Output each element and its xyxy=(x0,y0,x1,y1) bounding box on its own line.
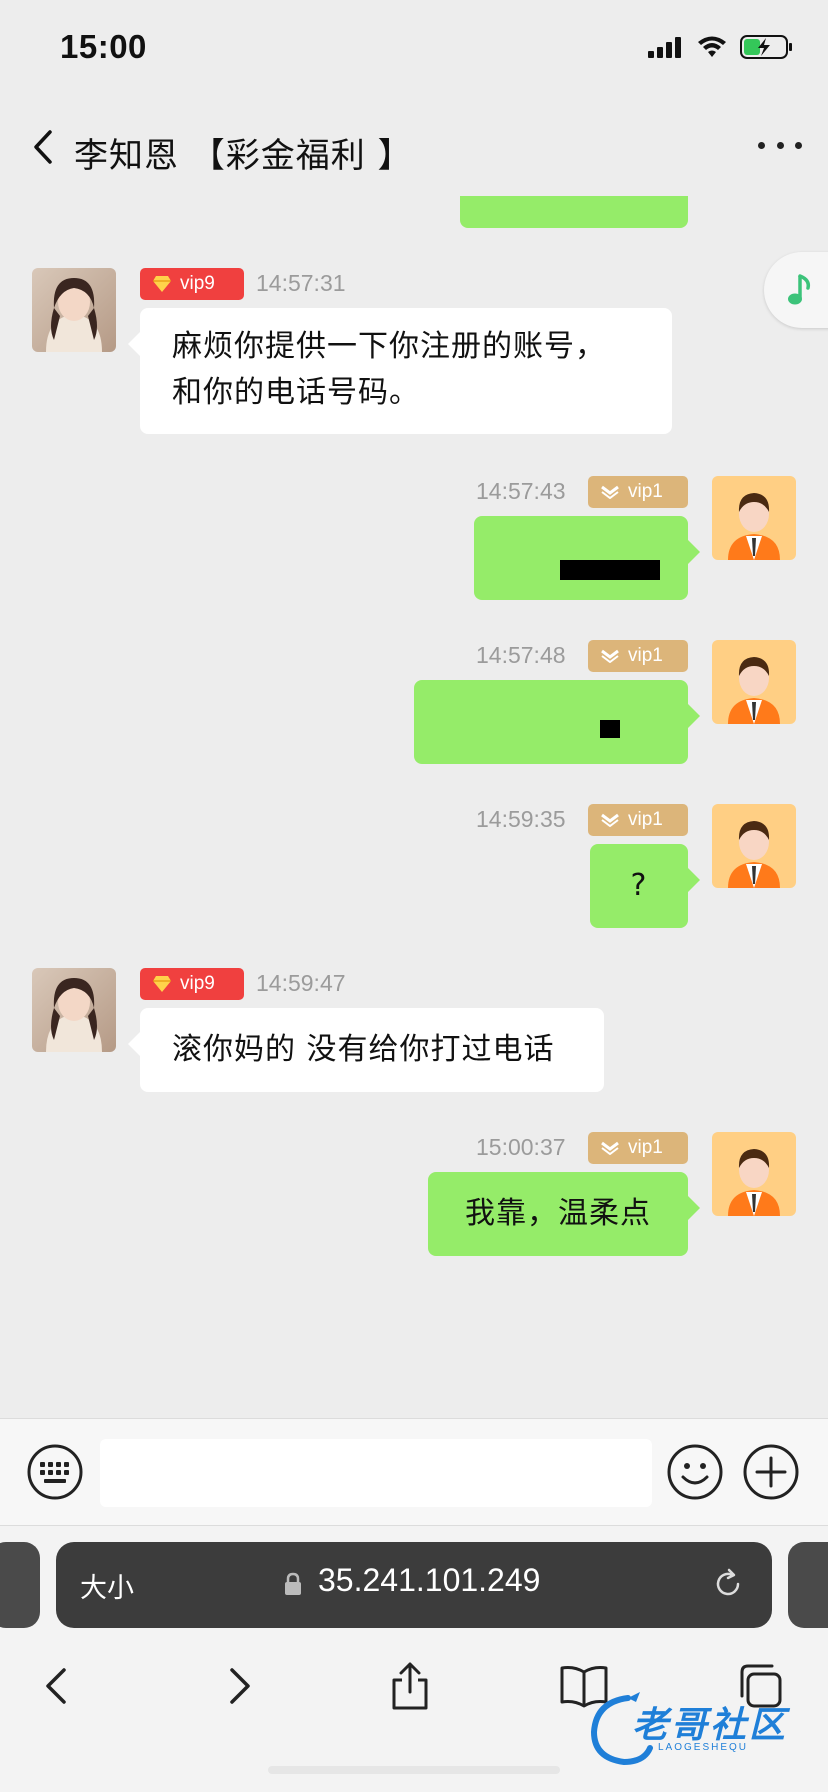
message-time: 14:59:35 xyxy=(476,806,566,832)
vip-level: vip1 xyxy=(628,809,663,830)
vip-level: vip1 xyxy=(628,645,663,666)
message-text-line: 和你的电话号码。 xyxy=(172,375,420,410)
message-time: 14:59:47 xyxy=(256,970,346,996)
redaction-block xyxy=(600,720,620,738)
message-row: 14:59:35 vip1 ? xyxy=(0,798,828,938)
wifi-icon xyxy=(698,36,726,57)
vip-chevron-icon xyxy=(601,813,619,827)
message-row: vip9 14:57:31 麻烦你提供一下你注册的账号， 和你的电话号码。 xyxy=(0,262,828,442)
vip-gem-icon xyxy=(153,976,171,992)
composer-bar xyxy=(0,1418,828,1526)
vip-badge: vip1 xyxy=(588,640,688,672)
battery-charging-icon xyxy=(740,35,792,59)
message-bubble-partial[interactable] xyxy=(460,196,688,228)
share-icon[interactable] xyxy=(384,1660,436,1712)
status-time: 15:00 xyxy=(60,28,147,65)
vip-chevron-icon xyxy=(601,1141,619,1155)
next-tab-preview[interactable] xyxy=(788,1542,828,1628)
back-chevron-icon xyxy=(34,130,52,164)
vip-badge: vip9 xyxy=(140,968,244,1000)
more-button[interactable] xyxy=(758,130,802,160)
contact-avatar[interactable] xyxy=(32,968,116,1052)
message-text: 我靠，温柔点 xyxy=(465,1196,651,1231)
message-time: 14:57:31 xyxy=(256,270,346,296)
message-row: vip9 14:59:47 滚你妈的 没有给你打过电话 xyxy=(0,962,828,1102)
message-text: ? xyxy=(630,868,648,903)
my-avatar[interactable] xyxy=(712,476,796,560)
watermark-logo: 老哥社区 LAOGESHEQU xyxy=(588,1688,820,1772)
chat-header: 李知恩 【彩金福利 】 xyxy=(0,100,828,196)
user-avatar-icon xyxy=(712,804,796,888)
browser-back-icon[interactable] xyxy=(32,1660,84,1712)
message-bubble[interactable]: ? xyxy=(590,844,700,928)
vip-level: vip1 xyxy=(628,1137,663,1158)
vip-level: vip9 xyxy=(180,273,215,294)
message-time: 15:00:37 xyxy=(476,1134,566,1160)
url-text: 35.241.101.249 xyxy=(318,1562,541,1598)
vip-level: vip1 xyxy=(628,481,663,502)
my-avatar[interactable] xyxy=(712,640,796,724)
vip-badge: vip1 xyxy=(588,804,688,836)
plus-icon xyxy=(743,1444,799,1500)
user-avatar-icon xyxy=(712,640,796,724)
message-row: 14:57:43 vip1 xyxy=(0,470,828,610)
vip-badge: vip9 xyxy=(140,268,244,300)
home-indicator xyxy=(268,1766,560,1774)
message-bubble[interactable]: 麻烦你提供一下你注册的账号， 和你的电话号码。 xyxy=(128,308,672,434)
previous-tab-preview[interactable] xyxy=(0,1542,40,1628)
my-avatar[interactable] xyxy=(712,1132,796,1216)
redaction-block xyxy=(560,560,660,580)
message-bubble[interactable]: 滚你妈的 没有给你打过电话 xyxy=(128,1008,604,1092)
vip-chevron-icon xyxy=(601,649,619,663)
user-avatar-icon xyxy=(712,1132,796,1216)
reload-icon[interactable] xyxy=(710,1566,746,1602)
vip-level: vip9 xyxy=(180,973,215,994)
contact-avatar[interactable] xyxy=(32,268,116,352)
user-avatar-icon xyxy=(712,476,796,560)
message-text: 滚你妈的 没有给你打过电话 xyxy=(172,1032,555,1067)
contact-avatar-image xyxy=(32,268,116,352)
emoji-button[interactable] xyxy=(666,1443,724,1501)
more-dots-icon xyxy=(758,141,765,149)
message-row: 14:57:48 vip1 xyxy=(0,634,828,774)
vip-badge: vip1 xyxy=(588,1132,688,1164)
signal-icon xyxy=(648,37,681,58)
message-row: 15:00:37 vip1 我靠，温柔点 xyxy=(0,1126,828,1266)
message-bubble[interactable]: 我靠，温柔点 xyxy=(428,1172,700,1256)
keyboard-icon xyxy=(27,1444,83,1500)
emoji-icon xyxy=(667,1444,723,1500)
contact-avatar-image xyxy=(32,968,116,1052)
vip-chevron-icon xyxy=(601,485,619,499)
message-bubble[interactable] xyxy=(414,680,700,764)
status-bar: 15:00 xyxy=(0,0,828,100)
message-bubble[interactable] xyxy=(474,516,700,600)
more-functions-button[interactable] xyxy=(742,1443,800,1501)
message-input[interactable] xyxy=(100,1439,652,1507)
back-button[interactable] xyxy=(26,124,62,170)
browser-forward-icon[interactable] xyxy=(212,1660,264,1712)
message-time: 14:57:43 xyxy=(476,478,566,504)
vip-badge: vip1 xyxy=(588,476,688,508)
address-bar[interactable]: 大小 35.241.101.249 xyxy=(56,1542,772,1628)
message-time: 14:57:48 xyxy=(476,642,566,668)
status-icons xyxy=(648,34,794,60)
chat-title: 李知恩 【彩金福利 】 xyxy=(74,136,413,176)
watermark-subtext: LAOGESHEQU xyxy=(658,1742,749,1753)
watermark-text: 老哥社区 xyxy=(632,1705,789,1746)
vip-gem-icon xyxy=(153,276,171,292)
my-avatar[interactable] xyxy=(712,804,796,888)
text-size-button[interactable]: 大小 xyxy=(80,1566,134,1605)
lock-icon xyxy=(285,1572,301,1595)
message-text-line: 麻烦你提供一下你注册的账号， xyxy=(172,329,606,364)
keyboard-button[interactable] xyxy=(26,1443,84,1501)
